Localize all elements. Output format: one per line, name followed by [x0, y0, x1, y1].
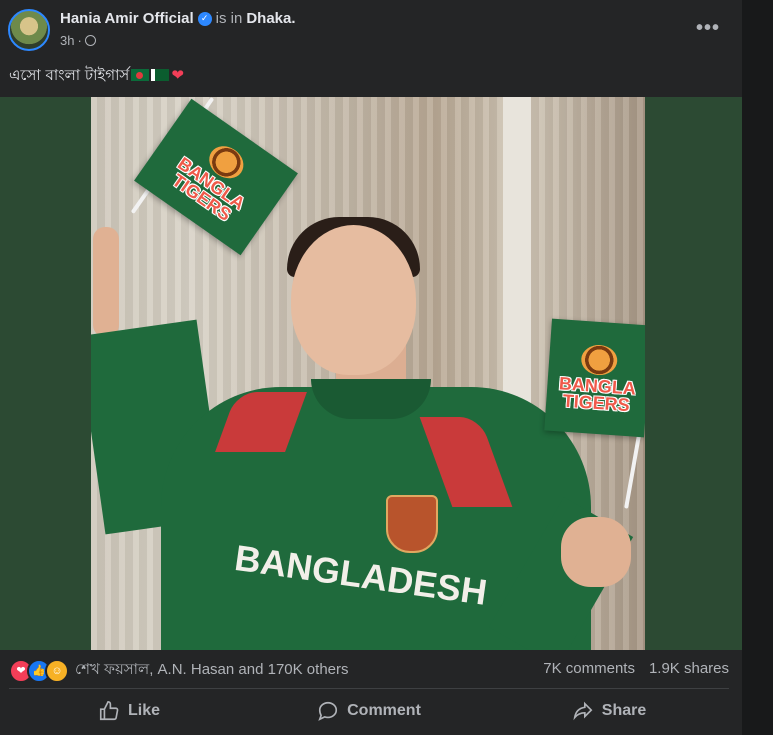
post-meta: 3h · [60, 33, 96, 48]
bangla-tigers-flag: BANGLA TIGERS [544, 318, 645, 438]
tiger-logo-icon [580, 343, 619, 376]
like-label: Like [127, 702, 160, 719]
reactions-summary[interactable]: ❤ 👍 ☺ শেখ ফয়সাল, A.N. Hasan and 170K ot… [9, 658, 349, 683]
comment-icon [318, 701, 338, 721]
post-actions: Like Comment Share [9, 692, 729, 730]
post-caption: এসো বাংলা টাইগার্স ❤ [9, 64, 184, 89]
like-button[interactable]: Like [9, 692, 249, 730]
jersey-badge-icon [386, 495, 438, 553]
care-icon: ☺ [45, 658, 69, 683]
heart-icon: ❤ [171, 66, 184, 84]
reaction-icons: ❤ 👍 ☺ [9, 658, 69, 683]
thumbs-up-icon [99, 701, 119, 721]
post-time[interactable]: 3h [60, 33, 74, 48]
post-photo[interactable]: BANGLA TIGERS BANGLADESH BANGLA TIGERS [91, 97, 645, 650]
globe-icon [84, 35, 96, 46]
comment-label: Comment [347, 702, 421, 719]
verified-badge-icon: ✓ [197, 11, 212, 26]
face [291, 225, 416, 375]
caption-text: এসো বাংলা টাইগার্স [9, 66, 130, 84]
post-card: Hania Amir Official ✓ is in Dhaka. 3h · … [0, 0, 742, 735]
is-in-text: is in [215, 10, 243, 27]
author-name[interactable]: Hania Amir Official [60, 10, 194, 27]
more-options-button[interactable]: ••• [690, 14, 726, 42]
avatar[interactable] [8, 9, 50, 51]
raised-hand [93, 227, 119, 337]
flag-text-line2: TIGERS [562, 390, 631, 415]
comment-button[interactable]: Comment [249, 692, 489, 730]
place-suffix: . [291, 10, 296, 27]
shares-count[interactable]: 1.9K shares [649, 660, 729, 677]
place-link[interactable]: Dhaka. [246, 10, 295, 27]
holding-hand [561, 517, 631, 587]
share-icon [573, 701, 593, 721]
bangladesh-flag-icon [131, 69, 150, 81]
comments-count[interactable]: 7K comments [543, 660, 635, 677]
post-stats: 7K comments 1.9K shares [543, 660, 729, 677]
scrollbar-gutter [742, 0, 773, 735]
meta-separator: · [77, 33, 82, 48]
divider [9, 688, 729, 689]
share-label: Share [601, 702, 647, 719]
reactions-text[interactable]: শেখ ফয়সাল, A.N. Hasan and 170K others [75, 658, 349, 683]
pakistan-flag-icon [151, 69, 170, 81]
share-button[interactable]: Share [489, 692, 729, 730]
post-photo-container[interactable]: BANGLA TIGERS BANGLADESH BANGLA TIGERS [0, 97, 742, 650]
more-horizontal-icon: ••• [695, 17, 720, 39]
place-name[interactable]: Dhaka [246, 10, 291, 27]
post-header-line: Hania Amir Official ✓ is in Dhaka. [60, 10, 296, 27]
